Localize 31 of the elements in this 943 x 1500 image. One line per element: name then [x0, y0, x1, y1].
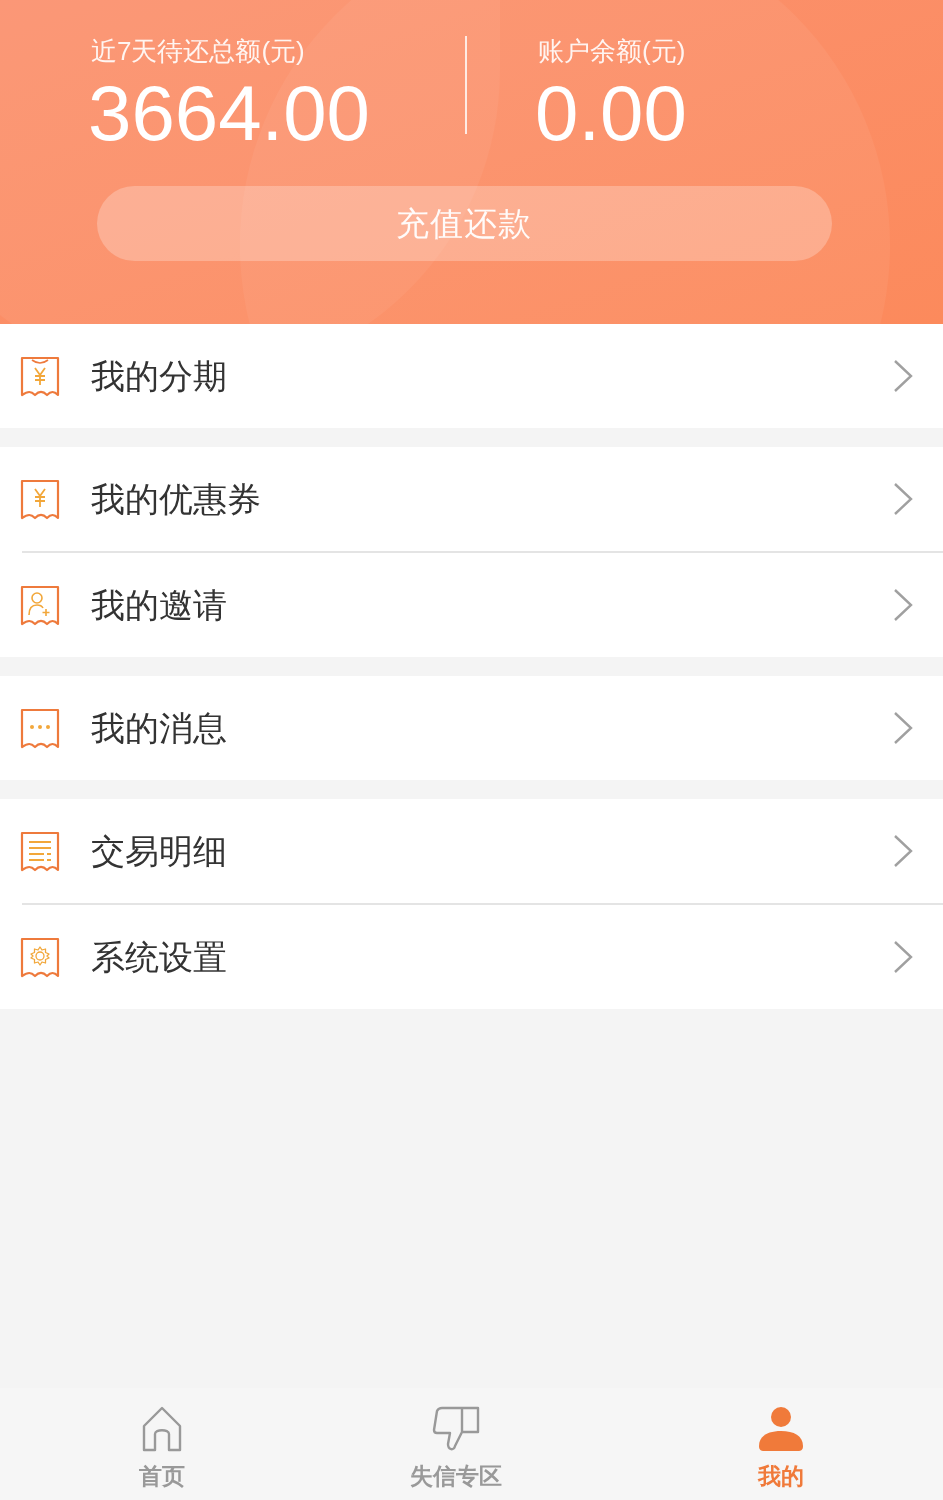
chevron-right-icon [893, 359, 913, 393]
gear-receipt-icon [20, 936, 60, 978]
message-receipt-icon [20, 707, 60, 749]
yen-receipt-icon [20, 355, 60, 397]
chevron-right-icon [893, 834, 913, 868]
menu-label: 我的消息 [91, 707, 228, 749]
summary-label: 账户余额(元) [538, 35, 686, 68]
menu-label: 我的优惠券 [91, 478, 262, 520]
menu-item[interactable]: 我的消息 [0, 676, 943, 780]
menu-item[interactable]: 我的优惠券 [0, 447, 943, 551]
chevron-right-icon [893, 711, 913, 745]
summary-amount: 3664.00 [88, 68, 370, 158]
chevron-right-icon [893, 482, 913, 516]
yen-receipt-icon [20, 478, 60, 520]
menu-item[interactable]: 我的分期 [0, 324, 943, 428]
menu-label: 我的分期 [91, 355, 228, 397]
menu-label: 交易明细 [91, 830, 228, 872]
list-receipt-icon [20, 830, 60, 872]
thumbs-down-icon [432, 1406, 481, 1452]
chevron-right-icon [893, 588, 913, 622]
summary-amount: 0.00 [535, 68, 687, 158]
menu-label: 我的邀请 [91, 584, 228, 626]
person-receipt-icon [20, 584, 60, 626]
menu-item[interactable]: 交易明细 [0, 799, 943, 903]
chevron-right-icon [893, 940, 913, 974]
person-icon [757, 1406, 804, 1452]
menu-item[interactable]: 系统设置 [0, 905, 943, 1009]
menu-label: 系统设置 [91, 936, 228, 978]
menu-item[interactable]: 我的邀请 [0, 553, 943, 657]
summary-label: 近7天待还总额(元) [91, 35, 305, 68]
home-icon [142, 1406, 183, 1452]
